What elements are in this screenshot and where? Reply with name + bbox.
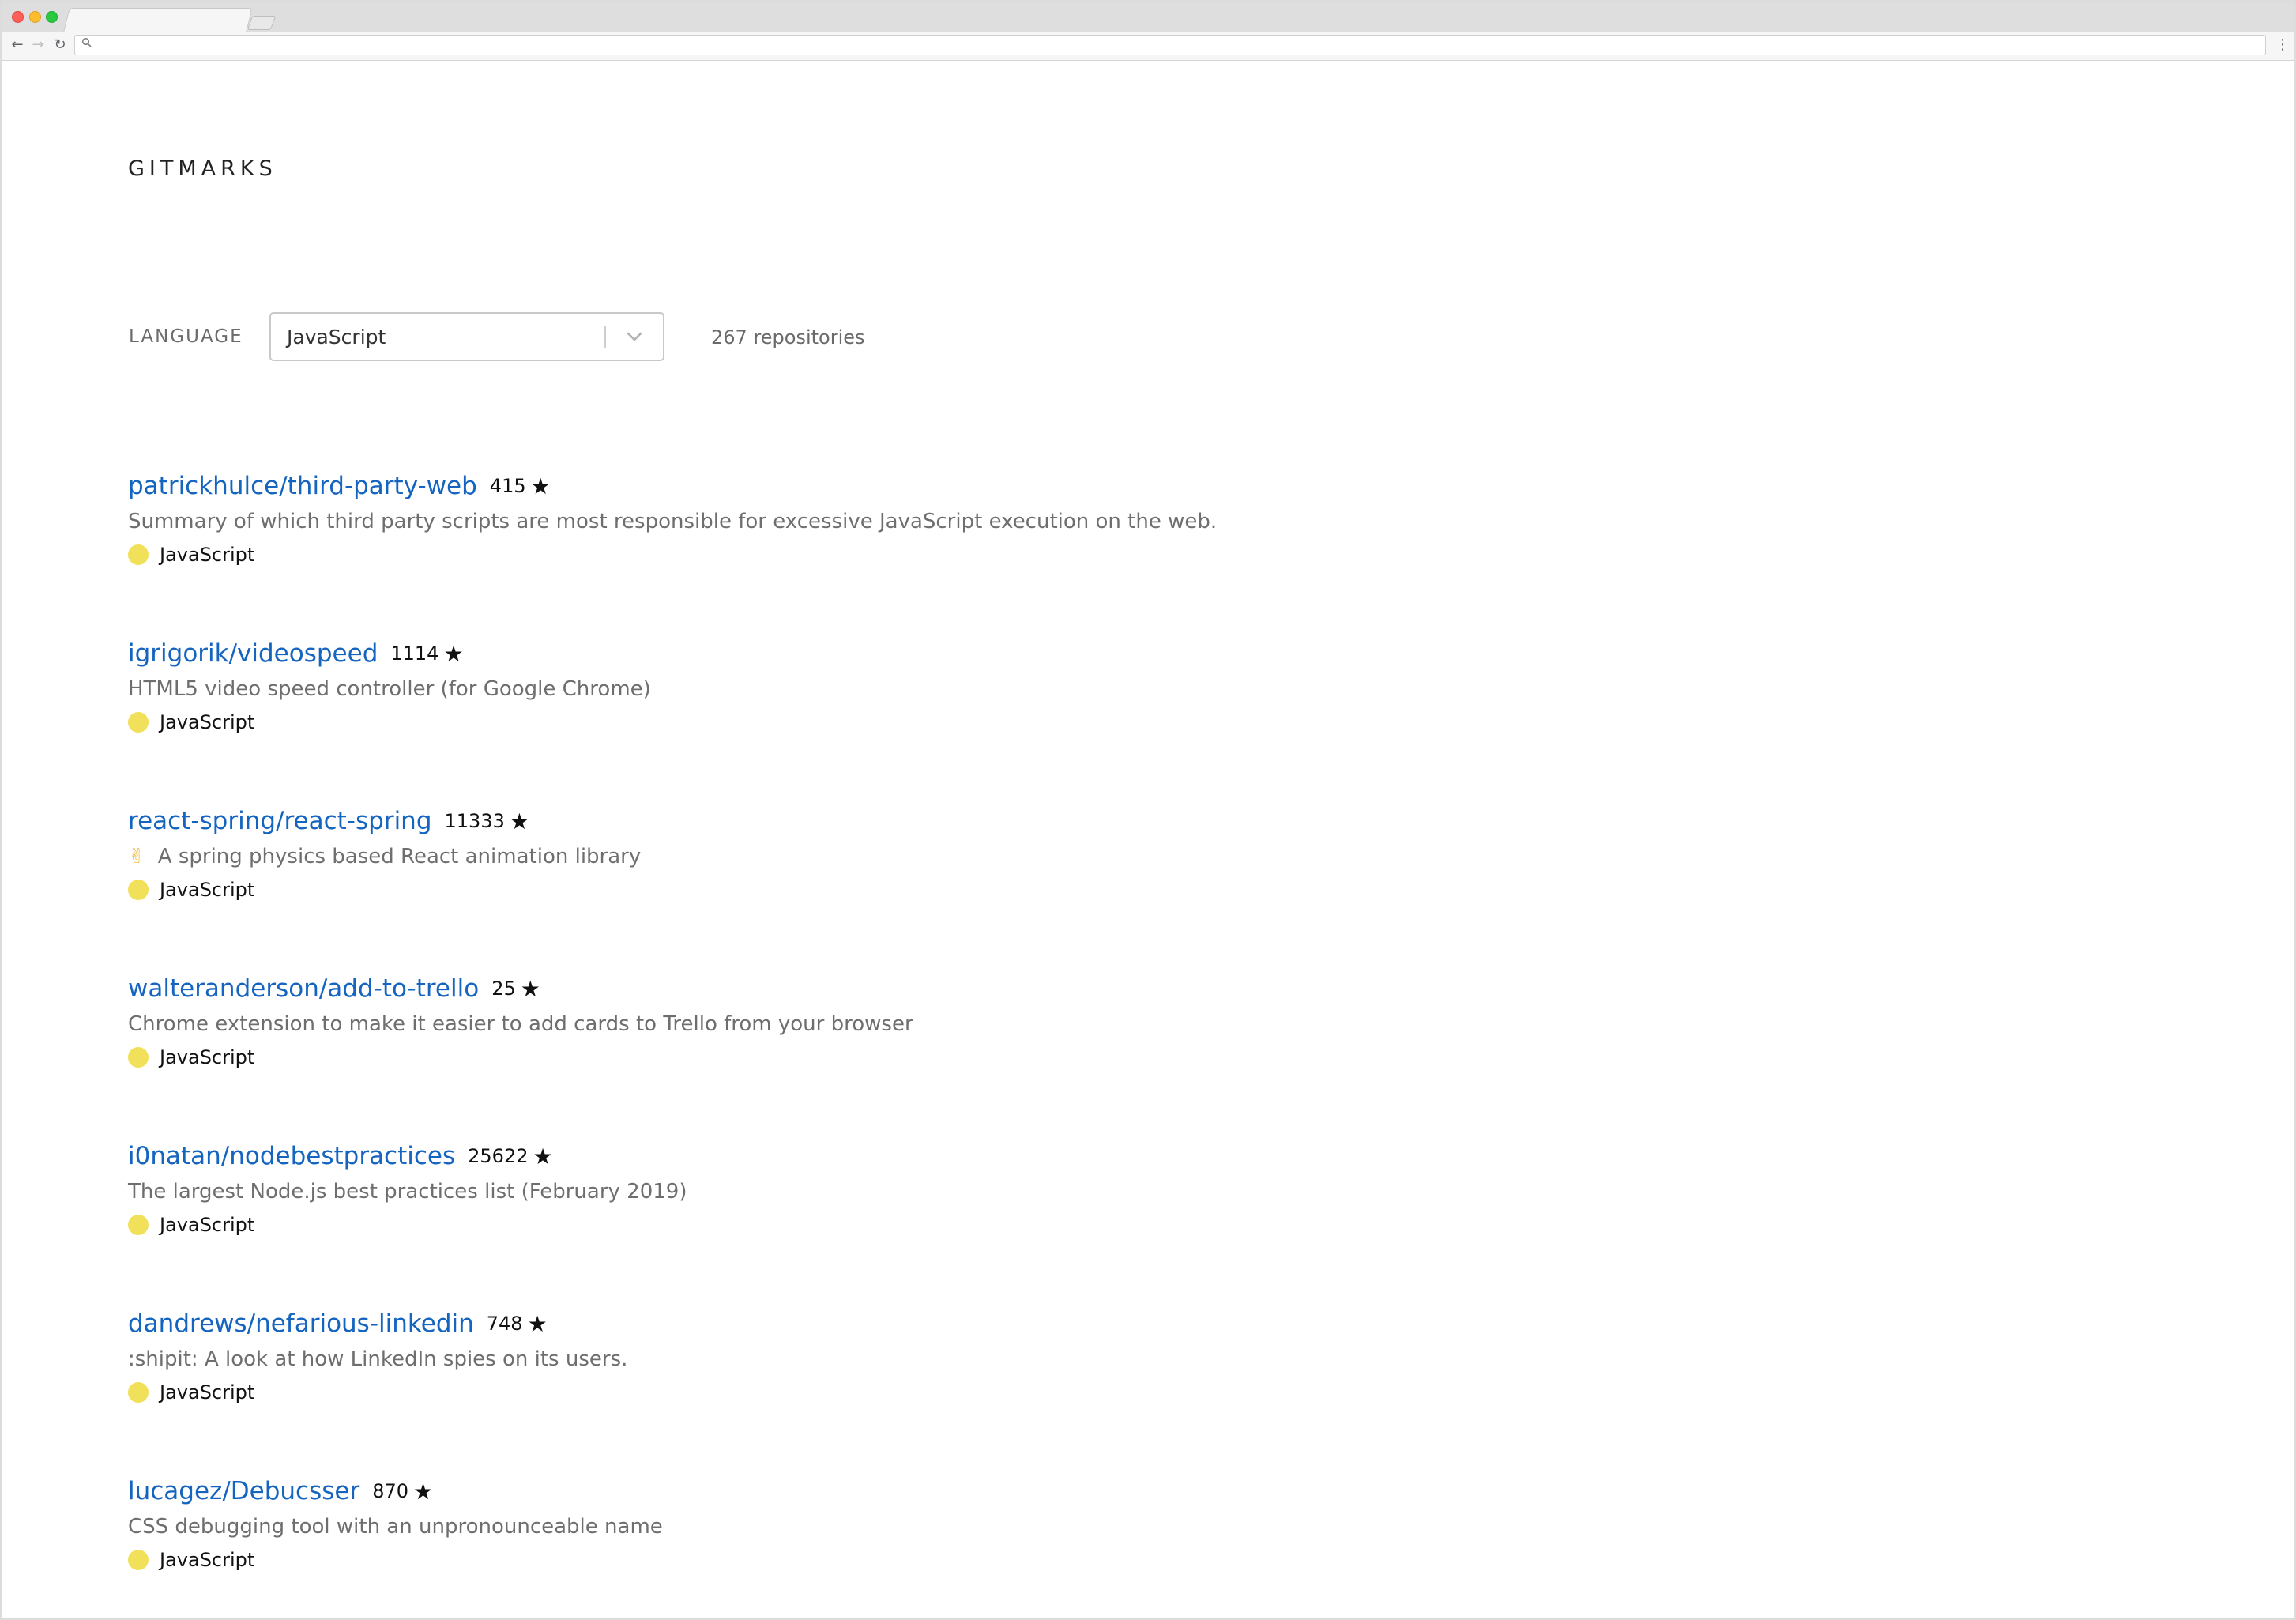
page-content: GITMARKS LANGUAGE JavaScript 267 reposit… (2, 61, 2294, 1618)
tab-strip (2, 2, 2294, 32)
repo-language: JavaScript (128, 1381, 254, 1407)
star-icon: ★ (530, 473, 551, 499)
repo-description: The largest Node.js best practices list … (128, 1180, 687, 1204)
language-name: JavaScript (160, 1046, 255, 1068)
language-color-dot (128, 1382, 149, 1403)
language-select[interactable]: JavaScript (269, 312, 664, 361)
repo-link[interactable]: walteranderson/add-to-trello (128, 974, 479, 1003)
language-select-value: JavaScript (287, 326, 386, 348)
repo-link[interactable]: i0natan/nodebestpractices (128, 1142, 455, 1170)
star-icon: ★ (527, 1310, 548, 1337)
list-item: igrigorik/videospeed 1114 ★ HTML5 video sp… (128, 639, 2182, 807)
repo-link[interactable]: lucagez/Debucsser (128, 1477, 359, 1505)
browser-menu-icon[interactable]: ⋮ (2275, 35, 2290, 55)
forward-arrow-icon[interactable]: → (28, 35, 47, 55)
star-icon: ★ (443, 640, 464, 667)
star-count: 25 (491, 978, 516, 1000)
language-name: JavaScript (160, 879, 255, 901)
brand-title[interactable]: GITMARKS (128, 156, 277, 181)
repo-link[interactable]: patrickhulce/third-party-web (128, 472, 477, 500)
address-bar[interactable] (74, 35, 2266, 55)
browser-toolbar: ← → ↻ ⋮ (2, 32, 2294, 61)
language-color-dot (128, 1047, 149, 1068)
repo-language: JavaScript (128, 711, 254, 737)
chevron-down-icon[interactable] (625, 325, 644, 348)
star-count: 25622 (468, 1145, 529, 1167)
repo-description: Chrome extension to make it easier to ad… (128, 1012, 913, 1036)
list-item: i0natan/nodebestpractices 25622 ★ The larg… (128, 1142, 2182, 1309)
repo-link[interactable]: igrigorik/videospeed (128, 639, 378, 668)
star-icon: ★ (413, 1478, 434, 1505)
browser-window: ← → ↻ ⋮ GITMARKS LANGUAGE JavaScript 267… (0, 0, 2296, 1620)
maximize-window-icon[interactable] (46, 11, 58, 23)
repo-language: JavaScript (128, 1549, 254, 1574)
star-icon: ★ (509, 808, 529, 834)
new-tab-button[interactable] (247, 16, 277, 30)
language-name: JavaScript (160, 1214, 255, 1236)
back-arrow-icon[interactable]: ← (8, 35, 27, 55)
browser-tab[interactable] (63, 8, 253, 32)
language-name: JavaScript (160, 544, 255, 566)
repo-description: :shipit: A look at how LinkedIn spies on… (128, 1347, 628, 1371)
repo-description: ✌ A spring physics based React animation … (128, 845, 642, 868)
repo-language: JavaScript (128, 1214, 254, 1239)
repo-link[interactable]: dandrews/nefarious-linkedin (128, 1309, 474, 1338)
reload-icon[interactable]: ↻ (51, 35, 70, 55)
language-filter-label: LANGUAGE (129, 326, 243, 347)
star-count: 415 (489, 475, 526, 497)
star-count: 748 (486, 1313, 523, 1335)
language-color-dot (128, 1215, 149, 1235)
language-color-dot (128, 712, 149, 733)
star-icon: ★ (520, 975, 540, 1002)
search-icon (81, 37, 92, 51)
language-color-dot (128, 1550, 149, 1570)
list-item: patrickhulce/third-party-web 415 ★ Summary… (128, 472, 2182, 639)
repo-description: Summary of which third party scripts are… (128, 510, 1218, 533)
star-count: 870 (372, 1480, 409, 1502)
language-name: JavaScript (160, 1381, 255, 1403)
repository-count: 267 repositories (711, 326, 865, 348)
list-item: dandrews/nefarious-linkedin 748 ★ :shipit:… (128, 1309, 2182, 1477)
language-name: JavaScript (160, 711, 255, 733)
star-count: 11333 (444, 810, 505, 832)
repository-list: patrickhulce/third-party-web 415 ★ Summary… (128, 472, 2182, 1618)
star-count: 1114 (390, 642, 439, 665)
language-color-dot (128, 544, 149, 565)
repo-language: JavaScript (128, 1046, 254, 1072)
list-item: react-spring/react-spring 11333 ★ ✌ A sprin… (128, 807, 2182, 974)
repo-description: CSS debugging tool with an unpronounceab… (128, 1515, 663, 1539)
star-icon: ★ (533, 1143, 553, 1170)
select-separator (604, 326, 606, 348)
minimize-window-icon[interactable] (29, 11, 41, 23)
list-item: walteranderson/add-to-trello 25 ★ Chrome e… (128, 974, 2182, 1142)
repo-description: HTML5 video speed controller (for Google… (128, 677, 651, 701)
repo-language: JavaScript (128, 544, 254, 569)
list-item: lucagez/Debucsser 870 ★ CSS debugging tool… (128, 1477, 2182, 1618)
language-name: JavaScript (160, 1549, 255, 1571)
victory-hand-icon: ✌ (128, 845, 145, 868)
close-window-icon[interactable] (12, 11, 24, 23)
repo-language: JavaScript (128, 879, 254, 904)
repo-link[interactable]: react-spring/react-spring (128, 807, 432, 835)
language-color-dot (128, 880, 149, 900)
